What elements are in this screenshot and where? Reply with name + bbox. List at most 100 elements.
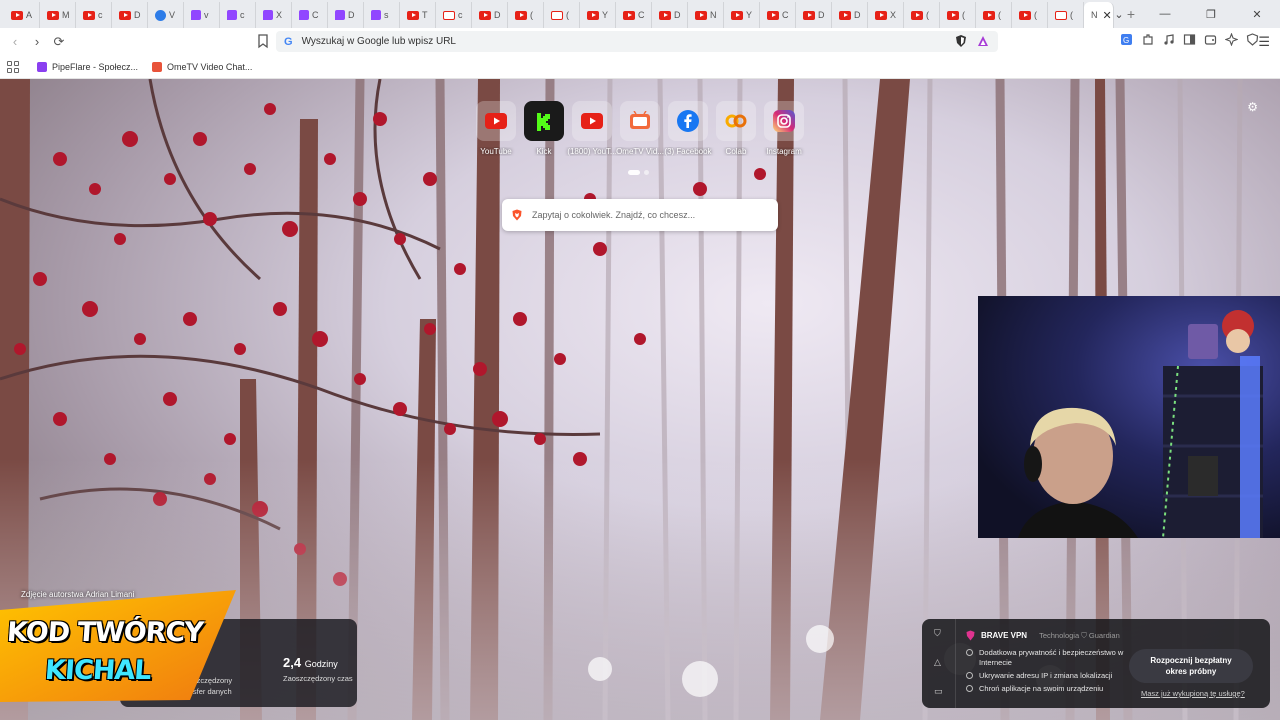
youtube-icon: [623, 10, 635, 20]
top-site-youtube[interactable]: YouTube: [476, 101, 516, 156]
maximize-button[interactable]: ❐: [1188, 8, 1234, 21]
browser-tab[interactable]: c: [76, 2, 112, 28]
vpn-already-purchased-link[interactable]: Masz już wykupioną tę usługę?: [1141, 689, 1245, 698]
top-site-ometv[interactable]: OmeTV Vid...: [616, 101, 664, 156]
top-site-instagram[interactable]: Instagram: [764, 101, 804, 156]
kick-icon: [524, 101, 564, 141]
top-site-facebook[interactable]: (3) Facebook: [664, 101, 712, 156]
browser-tab[interactable]: (: [1012, 2, 1048, 28]
search-input[interactable]: Zapytaj o cokolwiek. Znajdź, co chcesz..…: [502, 199, 778, 231]
vpn-icon[interactable]: [1246, 33, 1259, 46]
instagram-icon: [764, 101, 804, 141]
browser-tab[interactable]: D: [112, 2, 148, 28]
browser-tab[interactable]: (: [976, 2, 1012, 28]
vpn-shield-icon[interactable]: ⛉: [934, 628, 941, 639]
tab-title: (: [1070, 10, 1073, 20]
minimize-button[interactable]: —: [1142, 8, 1188, 20]
youtube-icon: [767, 10, 779, 20]
browser-tab[interactable]: (: [940, 2, 976, 28]
bookmarks-bar: PipeFlare - Społecz... OmeTV Video Chat.…: [0, 55, 1280, 79]
top-site-colab[interactable]: Colab: [716, 101, 756, 156]
music-icon[interactable]: [1162, 33, 1175, 46]
search-placeholder: Zapytaj o cokolwiek. Znajdź, co chcesz..…: [532, 210, 696, 220]
browser-tab[interactable]: v: [184, 2, 220, 28]
browser-tab[interactable]: Y: [724, 2, 760, 28]
wallet-icon[interactable]: [1204, 33, 1217, 46]
browser-tab[interactable]: (: [1048, 2, 1084, 28]
top-site-kick[interactable]: Kick: [524, 101, 564, 156]
vpn-card-icon[interactable]: ▭: [934, 686, 943, 697]
translate-icon[interactable]: G: [1120, 33, 1133, 46]
browser-tab[interactable]: (: [508, 2, 544, 28]
vpn-feature-text: Ukrywanie adresu IP i zmiana lokalizacji: [979, 671, 1113, 680]
pipeflare-icon: [37, 61, 47, 72]
address-bar[interactable]: G Wyszukaj w Google lub wpisz URL: [276, 31, 998, 52]
top-sites-pager[interactable]: [628, 170, 649, 175]
bookmark-ometv[interactable]: OmeTV Video Chat...: [152, 61, 253, 72]
browser-tab[interactable]: X: [868, 2, 904, 28]
tab-title: c: [240, 10, 245, 20]
browser-tab[interactable]: C: [760, 2, 796, 28]
top-site-youtube-2[interactable]: (1800) YouT...: [567, 101, 617, 156]
menu-icon[interactable]: ☰: [1258, 34, 1270, 50]
browser-tab[interactable]: X: [256, 2, 292, 28]
vpn-title: BRAVE VPN: [981, 631, 1028, 640]
browser-tab[interactable]: (: [544, 2, 580, 28]
browser-tab[interactable]: D: [796, 2, 832, 28]
browser-tab[interactable]: M: [40, 2, 76, 28]
mail-icon: [443, 10, 455, 20]
bookmark-label: PipeFlare - Społecz...: [52, 61, 139, 72]
browser-tab[interactable]: D: [652, 2, 688, 28]
vpn-feature: Ukrywanie adresu IP i zmiana lokalizacji: [966, 671, 1126, 681]
vpn-feature: Chroń aplikacje na swoim urządzeniu: [966, 684, 1126, 694]
tab-title: C: [638, 10, 645, 20]
vpn-trial-button[interactable]: Rozpocznij bezpłatny okres próbny: [1129, 649, 1253, 683]
browser-tab[interactable]: T: [400, 2, 436, 28]
vpn-feature: Dodatkowa prywatność i bezpieczeństwo w …: [966, 648, 1126, 668]
bookmark-label: OmeTV Video Chat...: [167, 61, 253, 72]
brave-shields-icon[interactable]: [955, 34, 967, 48]
apps-icon[interactable]: [7, 60, 19, 73]
pager-dot-active[interactable]: [628, 170, 640, 175]
browser-tab[interactable]: (: [904, 2, 940, 28]
customize-gear-icon[interactable]: ⚙: [1247, 100, 1258, 114]
brave-rewards-icon[interactable]: [977, 34, 989, 48]
pager-dot[interactable]: [644, 170, 649, 175]
colab-icon: [716, 101, 756, 141]
browser-tab[interactable]: c: [436, 2, 472, 28]
browser-tab[interactable]: D: [328, 2, 364, 28]
sidebar-icon[interactable]: [1183, 33, 1196, 46]
browser-tab[interactable]: C: [292, 2, 328, 28]
youtube-icon: [47, 10, 59, 20]
browser-tab[interactable]: V: [148, 2, 184, 28]
browser-tab[interactable]: D: [472, 2, 508, 28]
tab-title: c: [458, 10, 463, 20]
youtube-icon: [911, 10, 923, 20]
tab-search-button[interactable]: ⌄: [1096, 8, 1142, 21]
mail-icon: [1055, 10, 1067, 20]
vpn-alert-icon[interactable]: △: [934, 657, 941, 668]
tab-title: (: [962, 10, 965, 20]
reload-button[interactable]: ⟳: [49, 32, 69, 52]
mail-icon: [551, 10, 563, 20]
browser-tab[interactable]: A: [4, 2, 40, 28]
tab-title: D: [348, 10, 355, 20]
browser-tab[interactable]: s: [364, 2, 400, 28]
tab-title: (: [566, 10, 569, 20]
check-icon: [966, 685, 973, 692]
creator-code-title: KOD TWÓRCY: [5, 617, 204, 648]
vpn-feature-list: Dodatkowa prywatność i bezpieczeństwo w …: [966, 648, 1126, 697]
browser-tab[interactable]: Y: [580, 2, 616, 28]
extensions-icon[interactable]: [1141, 33, 1154, 46]
back-button[interactable]: ‹: [5, 32, 25, 52]
bookmark-icon[interactable]: [255, 32, 271, 50]
stat-saved-time: 2,4 Godziny Zaoszczędzony czas: [283, 655, 355, 684]
forward-button[interactable]: ›: [27, 32, 47, 52]
browser-tab[interactable]: C: [616, 2, 652, 28]
close-window-button[interactable]: ✕: [1234, 8, 1280, 21]
bookmark-pipeflare[interactable]: PipeFlare - Społecz...: [37, 61, 139, 72]
leo-ai-icon[interactable]: [1225, 33, 1238, 46]
browser-tab[interactable]: D: [832, 2, 868, 28]
browser-tab[interactable]: c: [220, 2, 256, 28]
browser-tab[interactable]: N: [688, 2, 724, 28]
